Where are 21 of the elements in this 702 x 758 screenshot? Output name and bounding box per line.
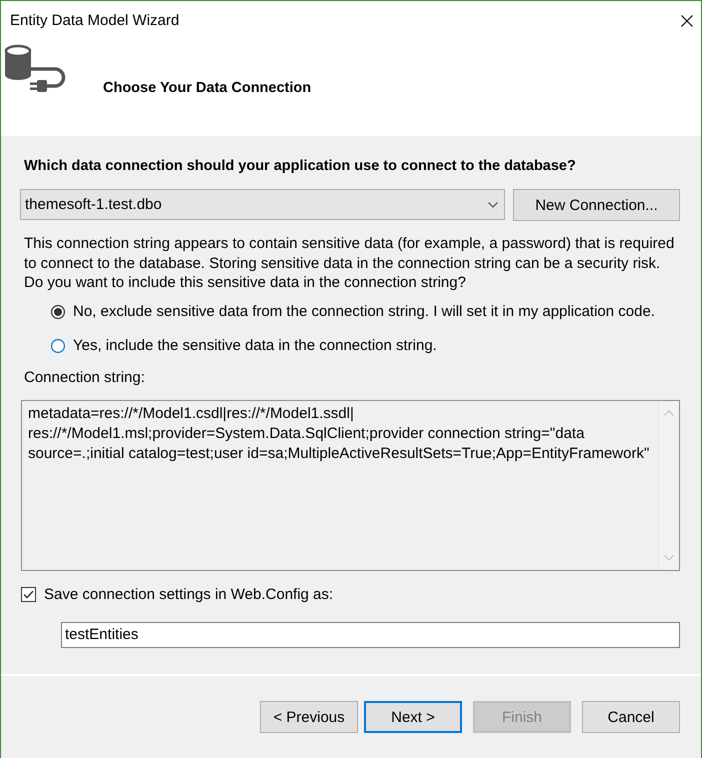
new-connection-button[interactable]: New Connection... xyxy=(513,189,680,221)
dialog-button[interactable]: Cancel xyxy=(582,701,680,733)
connection-string-field[interactable]: metadata=res://*/Model1.csdl|res://*/Model1.ssdl|res://*/Model1.msl;provider=System.Data.SqlClient;provider connection string="data source=.;initial catalog=test;user id=sa;MultipleActiveResultSets=True;App=EntityFramework" xyxy=(21,400,680,570)
option-label[interactable]: Yes, include the sensitive data in the connection string. xyxy=(73,336,437,354)
entity-name-field[interactable]: testEntities xyxy=(61,622,680,648)
chevron-down-icon xyxy=(488,202,498,208)
radio-button[interactable] xyxy=(51,338,65,352)
checkbox[interactable] xyxy=(21,587,36,602)
question-text: Which data connection should your application use to connect to the database? xyxy=(24,157,577,176)
option-label[interactable]: No, exclude sensitive data from the connection string. I will set it in my application code. xyxy=(73,302,655,320)
database-plug-icon xyxy=(4,44,66,94)
dialog-button[interactable]: Next > xyxy=(364,701,462,733)
checkbox-label[interactable]: Save connection settings in Web.Config as: xyxy=(44,586,334,604)
connection-string-label: Connection string: xyxy=(24,368,146,388)
window-title: Entity Data Model Wizard xyxy=(10,12,180,30)
page-heading: Choose Your Data Connection xyxy=(103,79,312,97)
dialog-button[interactable]: < Previous xyxy=(260,701,358,733)
radio-button[interactable] xyxy=(51,304,65,318)
notice-text: This connection string appears to contain sensitive data (for example, a password) that is required to connect to the database. Storing sensitive data in the connection string can be a security risk. Do you want to include this sensitive data in the connection string? xyxy=(24,234,676,292)
close-icon[interactable] xyxy=(681,14,693,26)
connection-dropdown[interactable]: themesoft-1.test.dbo xyxy=(20,189,505,220)
